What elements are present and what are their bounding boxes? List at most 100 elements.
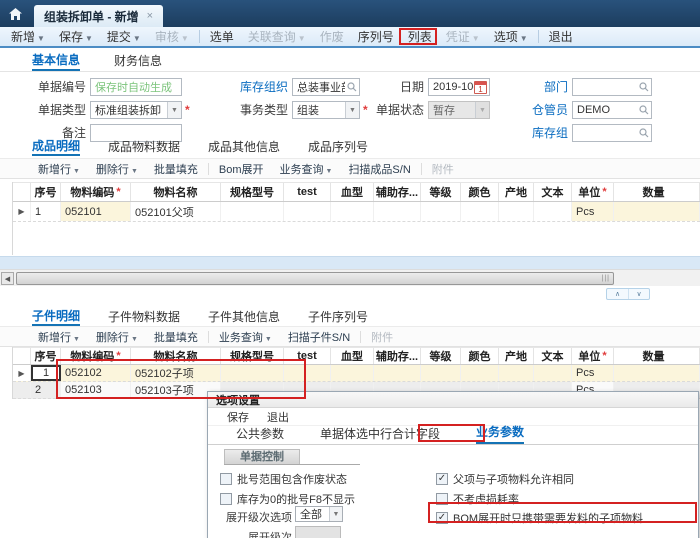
cell-unit[interactable]: Pcs <box>572 365 614 381</box>
tab-business-params[interactable]: 业务参数 <box>476 423 524 444</box>
checkbox-unchecked[interactable] <box>220 473 232 485</box>
tab-finance-info[interactable]: 财务信息 <box>114 50 162 71</box>
cell-name[interactable]: 052101父项 <box>131 202 221 221</box>
tab-close-icon[interactable]: × <box>147 10 153 22</box>
product-add-row-button[interactable]: 新增行▼ <box>30 161 88 177</box>
col-color[interactable]: 颜色 <box>461 183 499 201</box>
product-delete-row-button[interactable]: 删除行▼ <box>88 161 146 177</box>
tab-common-params[interactable]: 公共参数 <box>236 425 284 444</box>
home-button[interactable] <box>0 0 30 27</box>
col-color[interactable]: 颜色 <box>461 348 499 364</box>
col-seq[interactable]: 序号 <box>31 348 61 364</box>
dialog-exit-button[interactable]: 退出 <box>260 409 296 425</box>
inventory-org-label[interactable]: 库存组织 <box>212 78 288 96</box>
col-blood-type[interactable]: 血型 <box>331 348 374 364</box>
col-unit[interactable]: 单位* <box>572 348 614 364</box>
chevron-down-icon[interactable]: ▼ <box>345 102 359 118</box>
col-grade[interactable]: 等级 <box>421 348 461 364</box>
tab-product-other-info[interactable]: 成品其他信息 <box>208 136 280 156</box>
col-material-code[interactable]: 物料编码* <box>61 348 131 364</box>
product-scan-sn-button[interactable]: 扫描成品S/N <box>340 161 418 177</box>
chevron-down-icon[interactable]: ▼ <box>167 102 181 118</box>
toolbar-submit-button[interactable]: 提交▼ <box>100 28 148 45</box>
col-aux-attr[interactable]: 辅助存... <box>374 348 421 364</box>
bill-type-select[interactable]: 标准组装拆卸 ▼ <box>90 101 182 119</box>
tab-child-detail[interactable]: 子件明细 <box>32 306 80 326</box>
col-origin[interactable]: 产地 <box>499 348 534 364</box>
dialog-titlebar[interactable]: 选项设置 <box>208 392 698 408</box>
option-bom-only-issue[interactable]: ✓ BOM展开时只携带需要发料的子项物料 <box>436 510 643 526</box>
child-biz-query-button[interactable]: 业务查询▼ <box>211 329 280 345</box>
product-biz-query-button[interactable]: 业务查询▼ <box>272 161 341 177</box>
tab-product-serial[interactable]: 成品序列号 <box>308 136 368 156</box>
checkbox-checked[interactable]: ✓ <box>436 512 448 524</box>
tab-product-material-data[interactable]: 成品物料数据 <box>108 136 180 156</box>
col-seq[interactable]: 序号 <box>31 183 61 201</box>
col-text[interactable]: 文本 <box>534 183 572 201</box>
col-material-name[interactable]: 物料名称 <box>131 183 221 201</box>
cell-name[interactable]: 052102子项 <box>131 365 221 381</box>
tab-basic-info[interactable]: 基本信息 <box>32 50 80 71</box>
col-qty[interactable]: 数量 <box>614 183 700 201</box>
col-qty[interactable]: 数量 <box>614 348 700 364</box>
cell-unit[interactable]: Pcs <box>572 202 614 221</box>
department-field[interactable] <box>572 78 652 96</box>
document-tab[interactable]: 组装拆卸单 - 新增 × <box>34 5 163 27</box>
col-test[interactable]: test <box>284 348 331 364</box>
dialog-save-button[interactable]: 保存 <box>220 409 256 425</box>
toolbar-save-button[interactable]: 保存▼ <box>52 28 100 45</box>
col-unit[interactable]: 单位* <box>572 183 614 201</box>
col-text[interactable]: 文本 <box>534 348 572 364</box>
cell-code[interactable]: 052102 <box>61 365 131 381</box>
search-icon[interactable] <box>345 82 359 92</box>
scroll-left-icon[interactable]: ◀ <box>1 272 14 285</box>
department-label[interactable]: 部门 <box>498 78 568 96</box>
storekeeper-label[interactable]: 仓管员 <box>498 101 568 119</box>
checkbox-unchecked[interactable] <box>436 493 448 505</box>
col-grade[interactable]: 等级 <box>421 183 461 201</box>
col-spec[interactable]: 规格型号 <box>221 348 284 364</box>
cell-code[interactable]: 052103 <box>61 382 131 398</box>
tab-child-material-data[interactable]: 子件物料数据 <box>108 306 180 326</box>
option-no-loss-rate[interactable]: 不考虑损耗率 <box>436 491 519 507</box>
toolbar-new-button[interactable]: 新增▼ <box>4 28 52 45</box>
checkbox-unchecked[interactable] <box>220 493 232 505</box>
cell-seq-selected[interactable]: 1 <box>31 365 61 381</box>
child-scan-sn-button[interactable]: 扫描子件S/N <box>280 329 358 345</box>
child-row-1[interactable]: ▶ 1 052102 052102子项 Pcs <box>13 365 700 382</box>
cell-qty[interactable] <box>614 202 700 221</box>
search-icon[interactable] <box>637 82 651 92</box>
col-origin[interactable]: 产地 <box>499 183 534 201</box>
toolbar-select-bill-button[interactable]: 选单 <box>203 28 241 45</box>
col-spec[interactable]: 规格型号 <box>221 183 284 201</box>
collapse-down-icon[interactable]: ∨ <box>628 289 649 299</box>
col-test[interactable]: test <box>284 183 331 201</box>
toolbar-options-button[interactable]: 选项▼ <box>487 28 535 45</box>
checkbox-checked[interactable]: ✓ <box>436 473 448 485</box>
product-bom-expand-button[interactable]: Bom展开 <box>211 161 272 177</box>
scrollbar-thumb[interactable]: ||| <box>16 272 614 285</box>
col-material-code[interactable]: 物料编码* <box>61 183 131 201</box>
toolbar-list-button[interactable]: 列表 <box>401 28 439 45</box>
search-icon[interactable] <box>637 105 651 115</box>
bill-no-field[interactable]: 保存时自动生成 <box>90 78 182 96</box>
option-zero-stock-hide[interactable]: 库存为0的批号F8不显示 <box>220 491 355 507</box>
cell-code[interactable]: 052101 <box>61 202 131 221</box>
child-add-row-button[interactable]: 新增行▼ <box>30 329 88 345</box>
chevron-down-icon[interactable]: ▼ <box>329 507 342 521</box>
tab-child-serial[interactable]: 子件序列号 <box>308 306 368 326</box>
col-material-name[interactable]: 物料名称 <box>131 348 221 364</box>
date-field[interactable]: 2019-10-16 <box>428 78 490 96</box>
col-blood-type[interactable]: 血型 <box>331 183 374 201</box>
calendar-icon[interactable] <box>474 81 487 94</box>
tab-child-other-info[interactable]: 子件其他信息 <box>208 306 280 326</box>
collapse-up-icon[interactable]: ∧ <box>607 289 628 299</box>
tab-row-sum-fields[interactable]: 单据体选中行合计字段 <box>320 425 440 444</box>
horizontal-scrollbar[interactable]: ◀ ||| <box>0 269 700 286</box>
child-delete-row-button[interactable]: 删除行▼ <box>88 329 146 345</box>
product-batch-fill-button[interactable]: 批量填充 <box>146 161 206 177</box>
child-batch-fill-button[interactable]: 批量填充 <box>146 329 206 345</box>
tab-product-detail[interactable]: 成品明细 <box>32 136 80 156</box>
option-parent-child-same[interactable]: ✓ 父项与子项物料允许相同 <box>436 471 574 487</box>
expand-option-select[interactable]: 全部 ▼ <box>295 506 343 522</box>
